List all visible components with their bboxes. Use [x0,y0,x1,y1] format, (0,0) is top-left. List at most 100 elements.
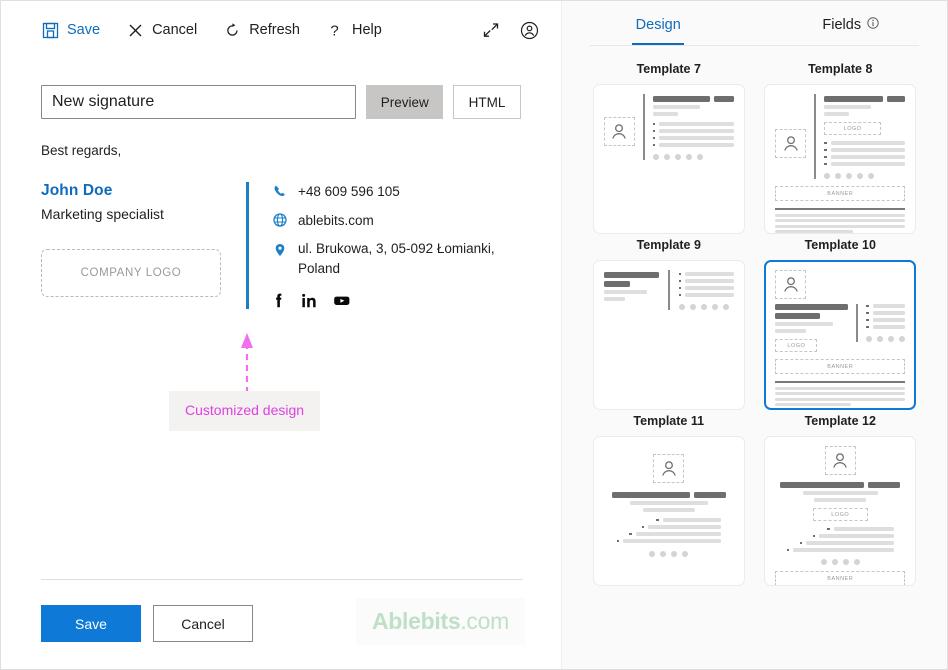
contact-address-row: ul. Brukowa, 3, 05-092 Łomianki, Poland [271,239,521,278]
tab-fields[interactable]: Fields [755,17,948,45]
social-icons-group [271,292,521,309]
thumb-divider [856,304,859,342]
globe-icon [271,211,288,227]
editor-pane: Save Cancel Refresh ? Help New signature… [1,1,561,669]
contact-website-text[interactable]: ablebits.com [298,211,374,231]
footer-actions: Save Cancel [41,605,253,642]
tab-fields-label: Fields [822,17,862,33]
logo-placeholder: LOGO [812,508,868,521]
cancel-toolbar-button[interactable]: Cancel [126,21,197,39]
template-label-10: Template 10 [804,238,876,252]
avatar-placeholder-icon [775,270,807,299]
thumb-divider [642,94,645,160]
help-toolbar-label: Help [351,22,382,38]
template-cell-8: Template 8 LOGO BANNER [756,62,926,234]
signature-body: John Doe Marketing specialist COMPANY LO… [41,182,521,310]
template-thumbnail-11[interactable] [592,436,745,586]
linkedin-icon[interactable] [301,292,319,309]
info-icon[interactable] [867,17,879,33]
template-cell-12: Template 12 LOGO BANNER [756,414,926,586]
signature-left-column: John Doe Marketing specialist COMPANY LO… [41,182,246,309]
template-cell-11: Template 11 [584,414,754,586]
facebook-icon[interactable] [271,292,287,309]
svg-text:?: ? [331,22,339,39]
contact-phone-row: +48 609 596 105 [271,182,521,202]
signature-name-input[interactable] [41,85,357,119]
branding-bold: Ablebits [372,608,461,634]
template-thumbnail-8[interactable]: LOGO BANNER [764,84,917,234]
banner-placeholder-label: BANNER [827,363,854,370]
callout-arrow [241,333,253,393]
refresh-toolbar-button[interactable]: Refresh [223,21,300,39]
save-icon [41,21,59,39]
close-icon [126,21,144,39]
help-toolbar-button[interactable]: ? Help [326,21,382,39]
cancel-button[interactable]: Cancel [153,605,253,642]
template-label-11: Template 11 [633,414,705,428]
expand-icon[interactable] [481,20,501,40]
branding-text: Ablebits.com [372,608,509,634]
tab-design[interactable]: Design [562,17,755,45]
preview-toggle-button[interactable]: Preview [366,85,443,119]
template-thumbnail-12[interactable]: LOGO BANNER [764,436,917,586]
template-thumbnail-9[interactable] [592,260,745,410]
banner-placeholder: BANNER [775,571,906,585]
logo-placeholder-label: LOGO [787,342,806,349]
save-button[interactable]: Save [41,605,141,642]
toolbar-right-group [481,20,539,40]
logo-placeholder: LOGO [775,339,818,352]
callout-box: Customized design [169,391,321,431]
banner-placeholder: BANNER [775,359,906,374]
save-toolbar-button[interactable]: Save [41,21,100,39]
banner-placeholder: BANNER [775,186,906,201]
avatar-placeholder-icon [824,446,856,475]
contact-address-text: ul. Brukowa, 3, 05-092 Łomianki, Poland [298,241,495,276]
banner-placeholder-label: BANNER [827,575,854,582]
thumb-divider [814,94,817,179]
branding-rest: .com [460,608,509,634]
avatar-placeholder-icon [775,129,807,158]
banner-placeholder-label: BANNER [827,190,854,197]
footer-divider [41,579,523,580]
signature-preview: Best regards, John Doe Marketing special… [1,143,561,310]
logo-placeholder-label: LOGO [843,125,862,132]
question-icon: ? [326,21,344,39]
avatar-placeholder-icon [653,454,685,483]
youtube-icon[interactable] [333,292,351,309]
company-logo-placeholder[interactable]: COMPANY LOGO [41,249,221,297]
template-cell-7: Template 7 [584,62,754,234]
signature-person-name: John Doe [41,182,113,199]
phone-icon [271,182,288,198]
avatar-placeholder-icon [603,116,635,146]
template-thumbnail-10[interactable]: LOGO BANNER [764,260,917,410]
template-cell-9: Template 9 [584,238,754,410]
logo-placeholder: LOGO [824,122,881,135]
panel-tabs: Design Fields [562,1,947,45]
callout-text: Customized design [185,402,305,418]
name-and-view-row: Preview HTML [1,85,561,119]
account-icon[interactable] [519,20,539,40]
cancel-toolbar-label: Cancel [152,22,198,38]
template-cell-10: Template 10 LOGO BANNER [756,238,926,410]
template-label-12: Template 12 [804,414,876,428]
signature-job-title: Marketing specialist [41,206,164,222]
tab-design-label: Design [635,17,681,33]
html-toggle-button[interactable]: HTML [453,85,521,119]
refresh-icon [223,21,241,39]
signature-greeting: Best regards, [41,143,122,158]
location-pin-icon [271,239,288,257]
contact-phone-text: +48 609 596 105 [298,184,400,199]
template-thumbnail-7[interactable] [592,84,745,234]
contact-website-row: ablebits.com [271,211,521,231]
signature-accent-divider [246,182,249,310]
logo-placeholder-label: LOGO [831,511,850,518]
ablebits-branding: Ablebits.com [356,598,525,645]
save-toolbar-label: Save [67,22,101,38]
toolbar: Save Cancel Refresh ? Help [1,1,561,59]
template-label-8: Template 8 [808,62,873,76]
signature-editor-window: Save Cancel Refresh ? Help New signature… [0,0,948,670]
template-label-7: Template 7 [636,62,701,76]
signature-contact-column: +48 609 596 105 ablebits.com ul. Brukowa… [271,182,521,309]
design-panel: Design Fields Template 7 Template 8 LOGO… [561,1,947,669]
thumb-divider [667,270,670,310]
